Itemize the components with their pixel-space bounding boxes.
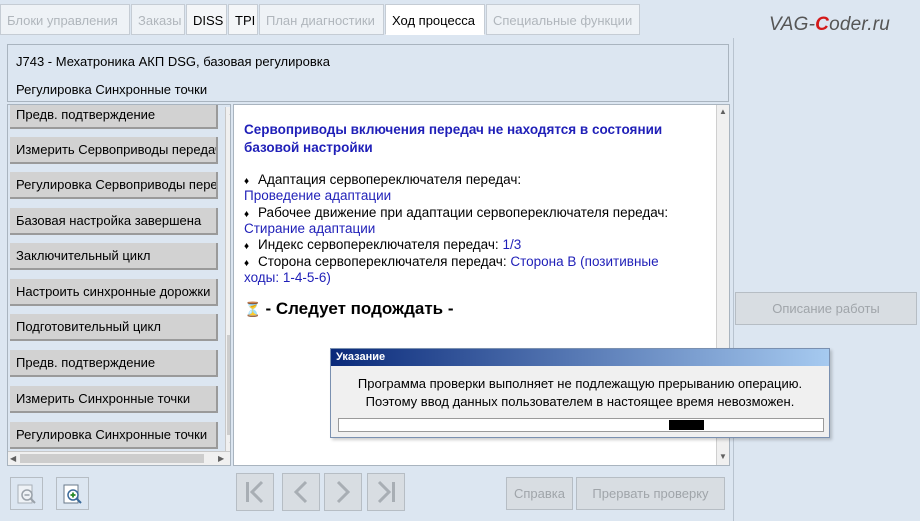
info-value: Сторона В (позитивные (510, 254, 659, 269)
dialog-title: Указание (331, 349, 829, 366)
dialog-message-line: Поэтому ввод данных пользователем в наст… (365, 394, 795, 409)
step-item[interactable]: Настроить синхронные дорожки (10, 279, 218, 306)
tab-process[interactable]: Ход процесса (385, 4, 485, 35)
info-line: ♦ Индекс сервопереключателя передач: 1/3 (244, 237, 521, 255)
last-page-button[interactable] (367, 473, 405, 511)
step-item[interactable]: Регулировка Сервоприводы передач (10, 172, 218, 199)
previous-page-icon (293, 480, 308, 504)
dialog-message: Программа проверки выполняет не подлежащ… (331, 375, 829, 411)
scroll-down-icon[interactable]: ▼ (719, 452, 727, 462)
tab-diagnostic-plan[interactable]: План диагностики (259, 4, 384, 35)
last-page-icon (377, 480, 395, 504)
info-value: ходы: 1-4-5-6) (244, 270, 331, 285)
scroll-right-icon[interactable]: ▶ (218, 454, 224, 464)
tab-tpi[interactable]: TPI (228, 4, 258, 35)
step-list-vertical-scrollbar[interactable]: ▲ ▼ (225, 107, 230, 451)
step-item[interactable]: Заключительный цикл (10, 243, 218, 270)
zoom-out-icon (17, 484, 36, 504)
step-item[interactable]: Предв. подтверждение (10, 105, 218, 129)
status-heading: Сервоприводы включения передач не находя… (244, 122, 663, 155)
work-description-button[interactable]: Описание работы (735, 292, 917, 325)
zoom-out-button[interactable] (10, 477, 43, 510)
step-item[interactable]: Измерить Сервоприводы передач (10, 137, 218, 164)
brand-watermark: VAG-Coder.ru (769, 14, 890, 36)
info-label: Рабочее движение при адаптации сервопере… (258, 205, 669, 220)
wait-message: ⏳ - Следует подождать - (244, 299, 453, 319)
tab-bar: Блоки управления Заказы DISS TPI План ди… (0, 0, 920, 38)
zoom-in-button[interactable] (56, 477, 89, 510)
info-label: Индекс сервопереключателя передач: (258, 237, 499, 252)
scroll-up-icon[interactable]: ▲ (719, 107, 727, 117)
tab-orders[interactable]: Заказы (131, 4, 185, 35)
control-unit-title: J743 - Мехатроника АКП DSG, базовая регу… (16, 54, 330, 69)
first-page-icon (246, 480, 264, 504)
info-value-link[interactable]: Стирание адаптации (244, 221, 375, 237)
step-list: Предв. подтверждение Измерить Сервоприво… (7, 104, 231, 466)
info-value: 1/3 (502, 237, 522, 252)
step-item[interactable]: Подготовительный цикл (10, 314, 218, 341)
process-header: J743 - Мехатроника АКП DSG, базовая регу… (7, 44, 729, 102)
brand-pre: VAG- (768, 14, 816, 35)
info-label: Сторона сервопереключателя передач: (258, 254, 507, 269)
hourglass-icon: ⏳ (244, 301, 262, 317)
bullet-icon: ♦ (244, 241, 250, 252)
wait-text: - Следует подождать - (265, 299, 454, 318)
notice-dialog: Указание Программа проверки выполняет не… (330, 348, 830, 438)
brand-c: C (815, 14, 830, 35)
progress-indicator (669, 420, 704, 430)
step-list-horizontal-scrollbar[interactable]: ◀ ▶ (8, 451, 230, 465)
abort-test-button[interactable]: Прервать проверку (576, 477, 725, 510)
tab-diss[interactable]: DISS (186, 4, 227, 35)
scroll-left-icon[interactable]: ◀ (10, 454, 16, 464)
info-label: Адаптация сервопереключателя передач: (258, 172, 522, 187)
previous-page-button[interactable] (282, 473, 320, 511)
help-button[interactable]: Справка (506, 477, 573, 510)
tab-control-units[interactable]: Блоки управления (0, 4, 130, 35)
brand-post: oder.ru (829, 14, 890, 35)
scrollbar-thumb[interactable] (20, 454, 204, 463)
step-item[interactable]: Измерить Синхронные точки (10, 386, 218, 413)
progress-bar (338, 418, 824, 432)
tab-special-functions[interactable]: Специальные функции (486, 4, 640, 35)
next-page-icon (336, 480, 351, 504)
dialog-message-line: Программа проверки выполняет не подлежащ… (357, 376, 803, 391)
procedure-title: Регулировка Синхронные точки (16, 82, 208, 97)
step-item-current[interactable]: Регулировка Синхронные точки (10, 422, 218, 449)
scrollbar-thumb[interactable] (227, 335, 230, 435)
right-panel (733, 38, 920, 521)
step-item[interactable]: Базовая настройка завершена (10, 208, 218, 235)
first-page-button[interactable] (236, 473, 274, 511)
next-page-button[interactable] (324, 473, 362, 511)
info-value-link[interactable]: Проведение адаптации (244, 188, 391, 204)
scroll-up-icon[interactable]: ▲ (228, 108, 230, 118)
zoom-in-icon (63, 484, 82, 504)
step-item[interactable]: Предв. подтверждение (10, 350, 218, 377)
scroll-down-icon[interactable]: ▼ (228, 440, 230, 450)
